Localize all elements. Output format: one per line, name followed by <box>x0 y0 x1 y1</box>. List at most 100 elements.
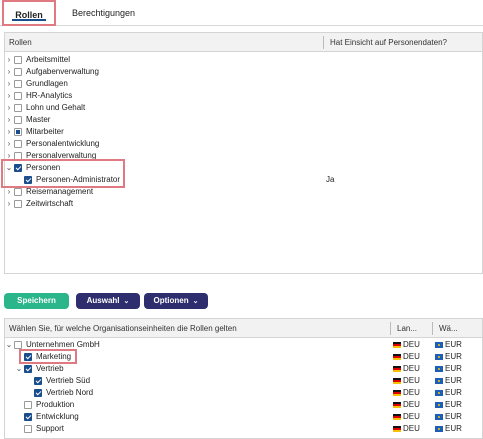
germany-flag-icon <box>393 426 401 432</box>
role-checkbox[interactable] <box>14 104 22 112</box>
role-checkbox-partial[interactable] <box>14 128 22 136</box>
column-divider[interactable] <box>432 322 433 335</box>
org-row[interactable]: Vertrieb Nord DEU EUR <box>5 387 482 399</box>
options-dropdown-button[interactable]: Optionen ⌄ <box>144 293 208 309</box>
select-label: Auswahl <box>86 296 120 305</box>
chevron-right-icon[interactable]: › <box>5 114 13 126</box>
org-label: Vertrieb Nord <box>46 388 94 397</box>
eu-flag-icon <box>435 378 443 384</box>
chevron-right-icon[interactable]: › <box>5 198 13 210</box>
chevron-down-icon[interactable]: ⌄ <box>15 363 23 375</box>
role-row[interactable]: › Personalentwicklung <box>5 138 482 150</box>
org-row[interactable]: Support DEU EUR <box>5 423 482 435</box>
role-row[interactable]: › Master <box>5 114 482 126</box>
org-checkbox-checked[interactable] <box>34 389 42 397</box>
currency-code: EUR <box>445 400 462 409</box>
role-checkbox[interactable] <box>14 188 22 196</box>
eu-flag-icon <box>435 366 443 372</box>
column-header-roles[interactable]: Rollen <box>9 33 32 52</box>
select-dropdown-button[interactable]: Auswahl ⌄ <box>76 293 140 309</box>
org-row[interactable]: Entwicklung DEU EUR <box>5 411 482 423</box>
eu-flag-icon <box>435 390 443 396</box>
role-row[interactable]: › Lohn und Gehalt <box>5 102 482 114</box>
org-checkbox-checked[interactable] <box>24 413 32 421</box>
selection-highlight <box>19 349 77 364</box>
chevron-right-icon[interactable]: › <box>5 54 13 66</box>
org-row[interactable]: ⌄ Vertrieb DEU EUR <box>5 363 482 375</box>
germany-flag-icon <box>393 366 401 372</box>
column-header-country[interactable]: Lan... <box>397 319 417 338</box>
role-checkbox[interactable] <box>14 68 22 76</box>
role-checkbox[interactable] <box>14 200 22 208</box>
germany-flag-icon <box>393 390 401 396</box>
role-label: Grundlagen <box>26 79 68 88</box>
role-checkbox[interactable] <box>14 80 22 88</box>
tab-permissions[interactable]: Berechtigungen <box>72 0 135 26</box>
chevron-right-icon[interactable]: › <box>5 138 13 150</box>
role-label: Master <box>26 115 51 124</box>
role-row[interactable]: › Aufgabenverwaltung <box>5 66 482 78</box>
org-row[interactable]: Vertrieb Süd DEU EUR <box>5 375 482 387</box>
column-divider[interactable] <box>323 36 324 49</box>
options-label: Optionen <box>153 296 189 305</box>
roles-table-header: Rollen Hat Einsicht auf Personendaten? <box>5 33 482 52</box>
org-checkbox-checked[interactable] <box>24 365 32 373</box>
chevron-right-icon[interactable]: › <box>5 78 13 90</box>
currency-code: EUR <box>445 352 462 361</box>
role-row[interactable]: › HR-Analytics <box>5 90 482 102</box>
country-code: DEU <box>403 412 420 421</box>
save-button[interactable]: Speichern <box>4 293 69 309</box>
chevron-down-icon: ⌄ <box>192 298 199 305</box>
org-units-panel: Wählen Sie, für welche Organisationseinh… <box>4 318 483 439</box>
org-checkbox[interactable] <box>24 401 32 409</box>
org-checkbox-checked[interactable] <box>34 377 42 385</box>
chevron-right-icon[interactable]: › <box>5 66 13 78</box>
currency-code: EUR <box>445 388 462 397</box>
role-row[interactable]: › Zeitwirtschaft <box>5 198 482 210</box>
tab-roles[interactable]: Rollen <box>2 0 56 26</box>
roles-panel: Rollen Hat Einsicht auf Personendaten? ›… <box>1 32 483 274</box>
column-header-org[interactable]: Wählen Sie, für welche Organisationseinh… <box>9 319 237 338</box>
role-checkbox[interactable] <box>14 56 22 64</box>
role-checkbox[interactable] <box>14 116 22 124</box>
eu-flag-icon <box>435 354 443 360</box>
country-code: DEU <box>403 424 420 433</box>
currency-code: EUR <box>445 424 462 433</box>
org-label: Produktion <box>36 400 75 409</box>
germany-flag-icon <box>393 354 401 360</box>
personal-data-value: Ja <box>326 175 335 184</box>
column-header-currency[interactable]: Wä... <box>439 319 458 338</box>
currency-code: EUR <box>445 412 462 421</box>
currency-code: EUR <box>445 376 462 385</box>
org-row[interactable]: Produktion DEU EUR <box>5 399 482 411</box>
role-row[interactable]: › Mitarbeiter <box>5 126 482 138</box>
chevron-down-icon[interactable]: ⌄ <box>5 339 13 351</box>
role-label: Zeitwirtschaft <box>26 199 74 208</box>
org-label: Vertrieb Süd <box>46 376 91 385</box>
role-checkbox[interactable] <box>14 92 22 100</box>
eu-flag-icon <box>435 342 443 348</box>
role-checkbox[interactable] <box>14 140 22 148</box>
chevron-right-icon[interactable]: › <box>5 126 13 138</box>
role-label: Personalentwicklung <box>26 139 100 148</box>
column-header-personal-data[interactable]: Hat Einsicht auf Personendaten? <box>330 33 447 52</box>
column-divider[interactable] <box>390 322 391 335</box>
role-label: Lohn und Gehalt <box>26 103 86 112</box>
role-label: Arbeitsmittel <box>26 55 71 64</box>
currency-code: EUR <box>445 340 462 349</box>
org-checkbox[interactable] <box>24 425 32 433</box>
chevron-right-icon[interactable]: › <box>5 102 13 114</box>
country-code: DEU <box>403 376 420 385</box>
org-label: Vertrieb <box>36 364 64 373</box>
germany-flag-icon <box>393 342 401 348</box>
org-label: Entwicklung <box>36 412 79 421</box>
eu-flag-icon <box>435 426 443 432</box>
role-row[interactable]: › Arbeitsmittel <box>5 54 482 66</box>
country-code: DEU <box>403 340 420 349</box>
role-row[interactable]: › Grundlagen <box>5 78 482 90</box>
country-code: DEU <box>403 400 420 409</box>
chevron-right-icon[interactable]: › <box>5 90 13 102</box>
tab-bar: Rollen Berechtigungen <box>0 0 483 26</box>
org-checkbox[interactable] <box>14 341 22 349</box>
role-label: Aufgabenverwaltung <box>26 67 99 76</box>
